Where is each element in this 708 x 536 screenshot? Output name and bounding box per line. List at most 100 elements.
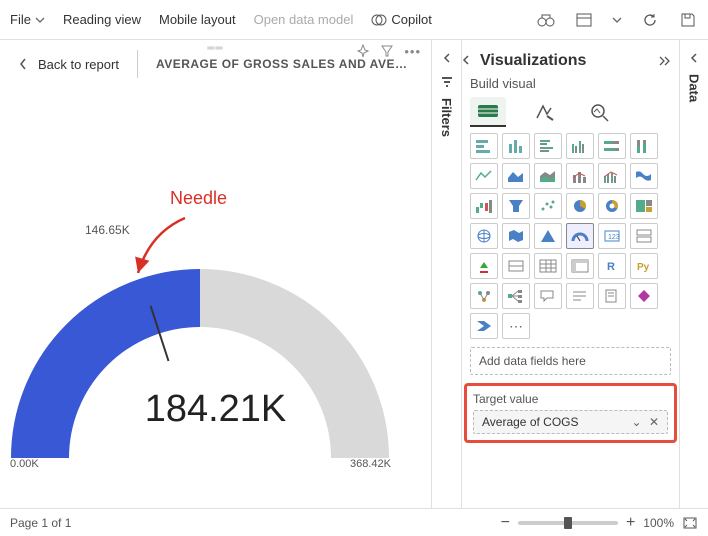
viz-line-icon[interactable] <box>470 163 498 189</box>
tab-build-visual[interactable] <box>470 97 506 127</box>
analytics-icon <box>589 102 611 122</box>
status-bar: Page 1 of 1 − + 100% <box>0 508 708 536</box>
viz-stacked-bar-icon[interactable] <box>470 133 498 159</box>
viz-line-stacked-column-icon[interactable] <box>566 163 594 189</box>
fit-to-page-icon[interactable] <box>682 516 698 530</box>
viz-ribbon-icon[interactable] <box>630 163 658 189</box>
viz-stacked-area-icon[interactable] <box>534 163 562 189</box>
viz-100-stacked-column-icon[interactable] <box>630 133 658 159</box>
viz-pie-icon[interactable] <box>566 193 594 219</box>
copilot-icon <box>371 12 387 28</box>
chevron-right-expand-icon[interactable] <box>657 55 671 67</box>
zoom-slider[interactable] <box>518 521 618 525</box>
needle-annotation: Needle <box>170 188 227 209</box>
viz-card-icon[interactable]: 123 <box>598 223 626 249</box>
pin-icon[interactable] <box>356 44 370 58</box>
build-visual-label: Build visual <box>470 76 671 91</box>
filters-pane-collapsed[interactable]: Filters <box>432 40 462 508</box>
viz-scatter-icon[interactable] <box>534 193 562 219</box>
chart-area: Needle 146.65K 184.21K 0.00K 368.42K <box>0 88 431 508</box>
viz-power-automate-icon[interactable] <box>470 313 498 339</box>
refresh-button[interactable] <box>640 10 660 30</box>
mobile-layout-button[interactable]: Mobile layout <box>159 12 236 27</box>
save-button[interactable] <box>678 10 698 30</box>
viz-power-apps-icon[interactable] <box>630 283 658 309</box>
target-field-name: Average of COGS <box>482 415 579 429</box>
gauge-max-label: 368.42K <box>350 458 391 470</box>
target-value-section: Target value Average of COGS ⌄ ✕ <box>464 383 677 443</box>
viz-qa-icon[interactable] <box>534 283 562 309</box>
viz-map-icon[interactable] <box>470 223 498 249</box>
zoom-in-button[interactable]: + <box>626 514 635 532</box>
viz-treemap-icon[interactable] <box>630 193 658 219</box>
viz-smart-narrative-icon[interactable] <box>566 283 594 309</box>
viz-table-icon[interactable] <box>534 253 562 279</box>
svg-text:123: 123 <box>608 234 620 241</box>
visualizations-pane: Visualizations Build visual <box>462 40 680 508</box>
viz-stacked-column-icon[interactable] <box>502 133 530 159</box>
zoom-out-button[interactable]: − <box>501 514 510 532</box>
visual-header: ══ ••• Back to report AVERAGE OF GROSS S… <box>0 40 431 88</box>
save-icon <box>680 12 696 28</box>
visualizations-title: Visualizations <box>480 52 586 70</box>
viz-more-visuals-icon[interactable]: ⋯ <box>502 313 530 339</box>
find-button[interactable] <box>536 10 556 30</box>
viz-gauge-icon[interactable] <box>566 223 594 249</box>
viz-slicer-icon[interactable] <box>502 253 530 279</box>
gauge-chart <box>10 258 390 478</box>
viz-python-visual-icon[interactable]: Py <box>630 253 658 279</box>
viz-decomposition-tree-icon[interactable] <box>502 283 530 309</box>
viz-paginated-report-icon[interactable] <box>598 283 626 309</box>
file-menu[interactable]: File <box>10 12 45 27</box>
viz-filled-map-icon[interactable] <box>502 223 530 249</box>
file-menu-label: File <box>10 12 31 27</box>
view-menu[interactable] <box>574 10 594 30</box>
viz-mode-tabs <box>470 97 671 127</box>
data-pane-collapsed[interactable]: Data <box>680 40 708 508</box>
zoom-thumb[interactable] <box>564 517 572 529</box>
values-field-well[interactable]: Add data fields here <box>470 347 671 375</box>
viz-line-clustered-column-icon[interactable] <box>598 163 626 189</box>
viz-area-icon[interactable] <box>502 163 530 189</box>
viz-r-visual-icon[interactable]: R <box>598 253 626 279</box>
viz-donut-icon[interactable] <box>598 193 626 219</box>
drag-grip-icon[interactable]: ══ <box>207 43 223 54</box>
remove-field-icon[interactable]: ✕ <box>649 415 659 429</box>
zoom-level: 100% <box>643 516 674 530</box>
viz-funnel-icon[interactable] <box>502 193 530 219</box>
chevron-down-icon[interactable] <box>612 15 622 25</box>
refresh-icon <box>642 12 658 28</box>
viz-azure-map-icon[interactable] <box>534 223 562 249</box>
viz-matrix-icon[interactable] <box>566 253 594 279</box>
filter-icon[interactable] <box>380 44 394 58</box>
target-value-label: Target value <box>473 392 668 406</box>
viz-clustered-bar-icon[interactable] <box>534 133 562 159</box>
more-icon[interactable]: ••• <box>404 44 421 59</box>
viz-waterfall-icon[interactable] <box>470 193 498 219</box>
visual-title: AVERAGE OF GROSS SALES AND AVERAG… <box>156 57 413 71</box>
separator <box>137 50 138 78</box>
report-canvas: ══ ••• Back to report AVERAGE OF GROSS S… <box>0 40 432 508</box>
field-menu-chevron-icon[interactable]: ⌄ <box>632 415 642 429</box>
target-value-field[interactable]: Average of COGS ⌄ ✕ <box>473 410 668 434</box>
chevron-left-icon[interactable] <box>460 54 472 66</box>
viz-multi-row-card-icon[interactable] <box>630 223 658 249</box>
viz-key-influencers-icon[interactable] <box>470 283 498 309</box>
reading-view-button[interactable]: Reading view <box>63 12 141 27</box>
tab-analytics[interactable] <box>582 97 618 127</box>
gauge-min-label: 0.00K <box>10 458 39 470</box>
tab-format-visual[interactable] <box>526 97 562 127</box>
copilot-button[interactable]: Copilot <box>371 12 431 28</box>
viz-kpi-icon[interactable] <box>470 253 498 279</box>
viz-100-stacked-bar-icon[interactable] <box>598 133 626 159</box>
layout-icon <box>576 13 592 27</box>
filter-icon <box>440 74 454 88</box>
page-indicator: Page 1 of 1 <box>10 516 71 530</box>
data-label: Data <box>687 74 702 102</box>
viz-clustered-column-icon[interactable] <box>566 133 594 159</box>
back-to-report-button[interactable]: Back to report <box>18 57 119 72</box>
chevron-left-icon <box>688 52 700 64</box>
visual-type-grid: 123 R Py ⋯ <box>470 133 671 339</box>
format-icon <box>533 102 555 122</box>
filters-label: Filters <box>439 98 454 137</box>
